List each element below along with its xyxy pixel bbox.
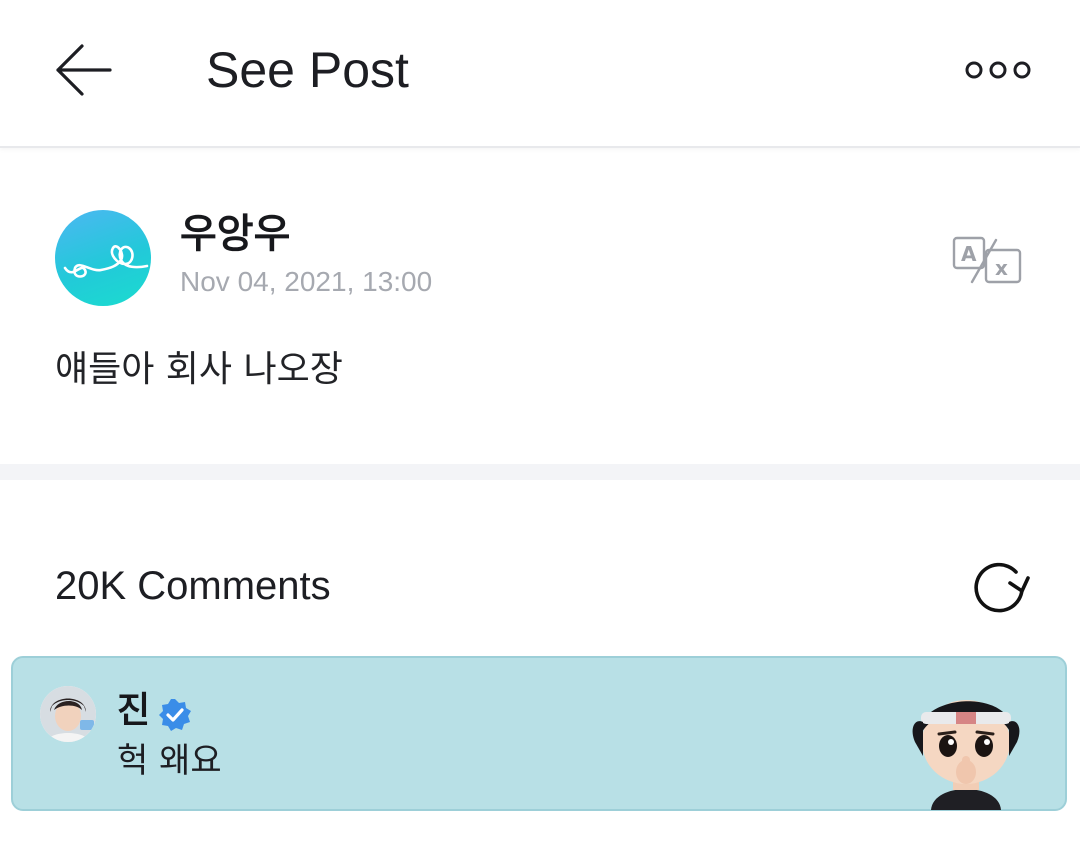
app-header: See Post [0,0,1080,148]
heart-string-logo-icon [63,245,149,278]
comments-count: 20K Comments [55,564,331,608]
post-author-name[interactable]: 우앙우 [180,208,290,260]
svg-text:A: A [961,242,977,266]
commenter-name[interactable]: 진 [117,688,150,734]
translate-button[interactable]: A x [950,234,1024,286]
page-title: See Post [206,42,409,98]
arrow-left-icon [56,44,112,96]
more-options-button[interactable] [958,48,1038,92]
post-timestamp: Nov 04, 2021, 13:00 [180,266,433,297]
author-avatar[interactable] [55,210,151,306]
post-body-text: 얘들아 회사 나오장 [55,349,343,390]
commenter-avatar[interactable] [40,686,96,742]
more-dots-icon [965,61,1031,79]
back-button[interactable] [48,38,118,102]
character-sticker-icon [912,700,1020,810]
verified-badge [158,698,192,732]
section-divider [0,464,1080,480]
comments-header: 20K Comments [0,480,1080,650]
person-avatar-icon [40,686,96,742]
verified-badge-icon [159,699,191,731]
refresh-button[interactable] [966,556,1032,618]
refresh-icon [974,562,1030,613]
comment-text: 헉 왜요 [117,741,222,781]
post-card: 우앙우 Nov 04, 2021, 13:00 A x 얘들아 회사 나오장 [0,150,1080,462]
character-sticker [901,672,1031,810]
translate-icon: A x [952,236,1022,284]
svg-text:x: x [995,256,1008,280]
comment-item[interactable]: 진 헉 왜요 [11,656,1067,811]
